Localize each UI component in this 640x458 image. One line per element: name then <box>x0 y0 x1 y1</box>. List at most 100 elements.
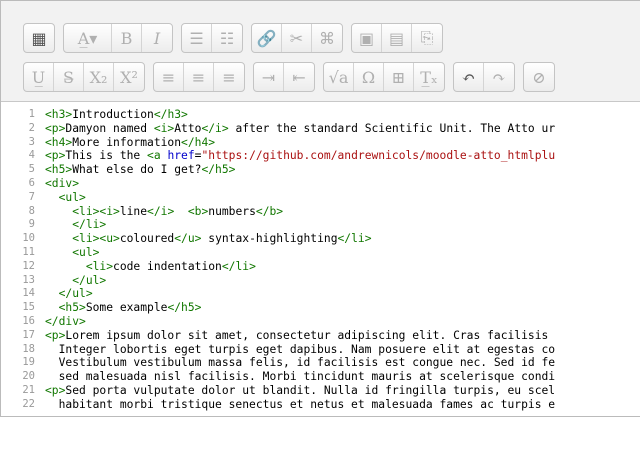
code-line: </li> <box>45 218 555 232</box>
indent-button[interactable]: ⇥ <box>254 63 284 91</box>
collapse-button[interactable]: ▦ <box>24 24 54 52</box>
code-token: What else do I get? <box>72 163 202 177</box>
code-line: <ul> <box>45 246 555 260</box>
unordered-list-button[interactable]: ☰ <box>182 24 212 52</box>
code-line: <li><u>coloured</u> syntax-highlighting<… <box>45 232 555 246</box>
bold-icon: B <box>120 28 133 48</box>
clear-format-icon: T̲ₓ <box>420 67 438 87</box>
image-icon: ▣ <box>358 28 375 48</box>
code-token: <b> <box>187 204 209 218</box>
code-token: Damyon named <box>65 121 154 135</box>
image-button[interactable]: ▣ <box>352 24 382 52</box>
code-token: </li> <box>72 218 107 232</box>
code-token: </i> <box>201 121 229 135</box>
italic-button[interactable]: I <box>142 24 172 52</box>
toolbar-group-history: ↶ ↷ <box>453 62 515 92</box>
outdent-icon: ⇤ <box>292 67 306 87</box>
indent-icon: ⇥ <box>261 67 276 87</box>
code-token: sed malesuada nisl facilisis. Morbi tinc… <box>45 370 556 384</box>
strikethrough-button[interactable]: S̶ <box>54 63 84 91</box>
code-token: </h4> <box>181 135 216 149</box>
line-number: 20 <box>22 370 35 383</box>
code-token: <li><i> <box>72 204 120 218</box>
table-button[interactable]: ⊞ <box>384 63 414 91</box>
html-source-editor[interactable]: 1 2 3 4 5 6 7 8 9 10 11 12 13 14 15 16 17 18 19 20 21 22 <h3>… <box>1 102 640 416</box>
code-token: habitant morbi tristique senectus et net… <box>45 397 556 411</box>
equation-button[interactable]: √a <box>324 63 354 91</box>
code-token: Sed porta vulputate dolor ut blandit. Nu… <box>65 383 556 397</box>
code-token: <h4> <box>45 135 73 149</box>
code-line: <h5>What else do I get?</h5> <box>45 163 555 177</box>
line-number: 18 <box>22 342 35 355</box>
line-number: 6 <box>28 176 35 189</box>
align-left-button[interactable]: ≡ <box>154 63 184 91</box>
subscript-icon: X₂ <box>89 67 108 87</box>
underline-icon: U̲ <box>31 67 46 87</box>
manage-files-button[interactable]: ⌘ <box>312 24 342 52</box>
code-line: <div> <box>45 177 555 191</box>
superscript-icon: X² <box>120 67 138 87</box>
line-number-gutter: 1 2 3 4 5 6 7 8 9 10 11 12 13 14 15 16 17 18 19 20 21 22 <box>1 108 39 412</box>
outdent-button[interactable]: ⇤ <box>284 63 314 91</box>
line-number: 16 <box>22 314 35 327</box>
link-button[interactable]: 🔗 <box>252 24 282 52</box>
paste-button[interactable]: ⎘ <box>412 24 442 52</box>
redo-button[interactable]: ↷ <box>484 63 514 91</box>
clipboard-icon: ⎘ <box>420 28 434 47</box>
style-button[interactable]: A̲▾ <box>64 24 112 52</box>
subscript-button[interactable]: X₂ <box>84 63 114 91</box>
code-token: </i> <box>147 204 175 218</box>
code-token: </ul> <box>58 287 93 301</box>
special-chars-button[interactable]: Ω <box>354 63 384 91</box>
unlink-button[interactable]: ✂ <box>282 24 312 52</box>
underline-button[interactable]: U̲ <box>24 63 54 91</box>
code-line: <ul> <box>45 191 555 205</box>
code-lines[interactable]: <h3>Introduction</h3> <p>Damyon named <i>… <box>45 108 555 412</box>
line-number: 17 <box>22 328 35 341</box>
toolbar-group-style: A̲▾ B I <box>63 23 173 53</box>
numbered-list-icon: ☷ <box>219 28 235 48</box>
line-number: 11 <box>22 245 35 258</box>
line-number: 8 <box>28 204 35 217</box>
accessibility-button[interactable]: ⊘ <box>524 63 554 91</box>
code-line: </ul> <box>45 274 555 288</box>
square-root-icon: √a <box>328 67 349 87</box>
code-token: More information <box>72 135 182 149</box>
undo-button[interactable]: ↶ <box>454 63 484 91</box>
code-token: Vestibulum vestibulum massa felis, id fa… <box>45 356 556 370</box>
link-icon: 🔗 <box>256 28 277 48</box>
align-center-button[interactable]: ≡ <box>184 63 214 91</box>
code-token: <p> <box>45 328 66 342</box>
files-icon: ⌘ <box>319 28 335 48</box>
code-line: <li>code indentation</li> <box>45 260 555 274</box>
clear-format-button[interactable]: T̲ₓ <box>414 63 444 91</box>
line-number: 21 <box>22 383 35 396</box>
code-token: <p> <box>45 121 66 135</box>
code-line: <p>This is the <a href="https://github.c… <box>45 149 555 163</box>
code-token: </li> <box>221 259 256 273</box>
bold-button[interactable]: B <box>112 24 142 52</box>
code-line: Integer lobortis eget turpis eget dapibu… <box>45 343 556 357</box>
code-line: <li><i>line</i> <b>numbers</b> <box>45 205 555 219</box>
align-center-icon: ≡ <box>191 67 206 87</box>
unlink-icon: ✂ <box>289 28 304 48</box>
media-button[interactable]: ▤ <box>382 24 412 52</box>
code-line: <h5>Some example</h5> <box>45 301 555 315</box>
superscript-button[interactable]: X² <box>114 63 144 91</box>
code-line: Vestibulum vestibulum massa felis, id fa… <box>45 356 556 370</box>
code-token: Lorem ipsum dolor sit amet, consectetur … <box>65 328 549 342</box>
line-number: 19 <box>22 356 35 369</box>
text-style-icon: A̲▾ <box>77 28 98 48</box>
code-token: "https://github.com/andrewnicols/moodle-… <box>201 149 556 163</box>
toolbar-group-indent: ⇥ ⇤ <box>253 62 315 92</box>
redo-icon: ↷ <box>492 67 506 87</box>
code-token: </b> <box>255 204 284 218</box>
ordered-list-button[interactable]: ☷ <box>212 24 242 52</box>
align-right-button[interactable]: ≡ <box>214 63 244 91</box>
